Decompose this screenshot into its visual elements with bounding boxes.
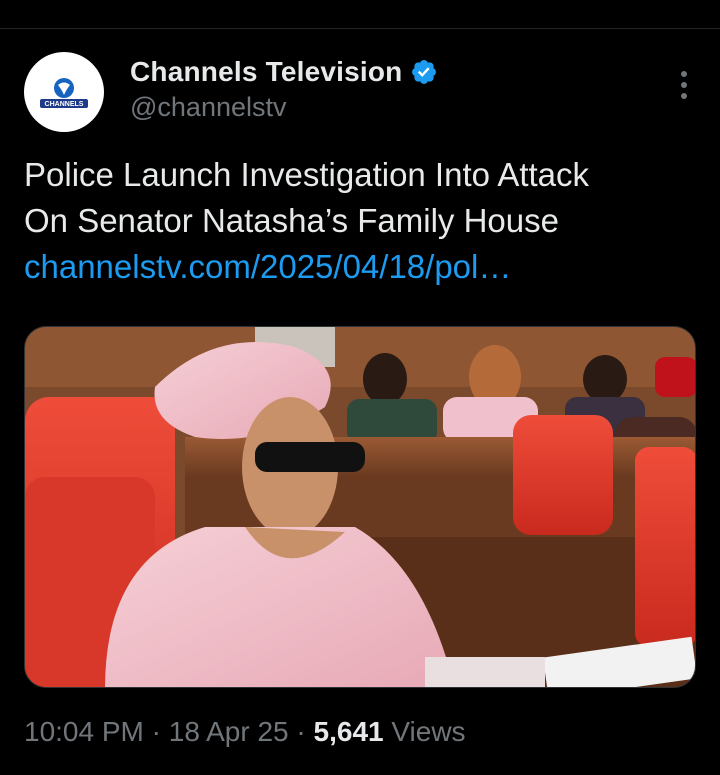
tweet-header: CHANNELS Channels Television @channelstv [24, 52, 696, 134]
views-count: 5,641 [313, 716, 384, 747]
top-divider [0, 28, 720, 29]
tweet-media-image[interactable] [24, 326, 696, 688]
avatar-brand-text: CHANNELS [45, 101, 84, 108]
avatar[interactable]: CHANNELS [24, 52, 104, 132]
author-info: Channels Television @channelstv [130, 56, 438, 123]
channels-logo-icon: CHANNELS [40, 78, 88, 108]
senate-chamber-photo [25, 327, 695, 687]
tweet-text: Police Launch Investigation Into Attack … [24, 152, 696, 290]
tweet-meta: 10:04 PM · 18 Apr 25 · 5,641 Views [24, 716, 466, 748]
views-label: Views [391, 716, 466, 747]
verified-badge-icon [412, 60, 437, 84]
tweet-text-line-2: On Senator Natasha’s Family House [24, 202, 559, 239]
more-vertical-icon[interactable] [680, 70, 688, 100]
tweet-date[interactable]: 18 Apr 25 [169, 716, 289, 747]
tweet-link[interactable]: channelstv.com/2025/04/18/pol… [24, 248, 511, 285]
tweet-text-line-1: Police Launch Investigation Into Attack [24, 156, 590, 193]
tweet-time[interactable]: 10:04 PM [24, 716, 144, 747]
meta-separator: · [151, 716, 161, 747]
author-handle[interactable]: @channelstv [130, 92, 438, 123]
meta-separator: · [296, 716, 306, 747]
display-name[interactable]: Channels Television [130, 56, 402, 88]
